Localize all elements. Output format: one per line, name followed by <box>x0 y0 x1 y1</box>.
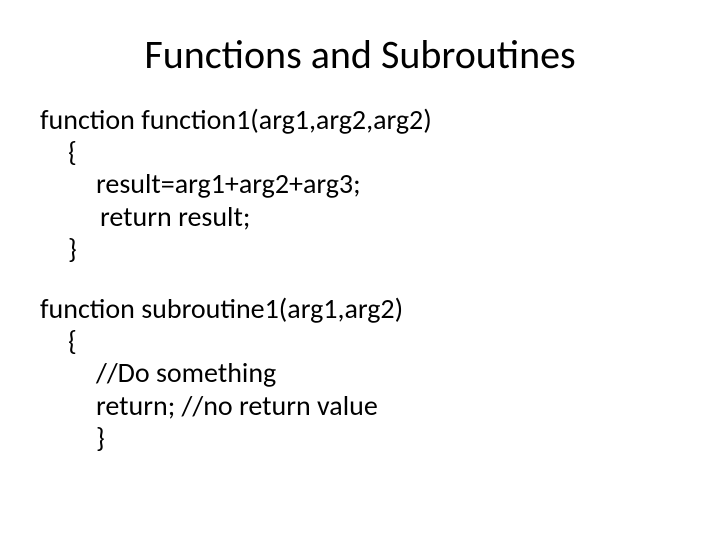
sub-signature: function subroutine1(arg1,arg2) <box>40 293 680 325</box>
sub-open-brace: { <box>68 325 680 357</box>
subroutine-block: function subroutine1(arg1,arg2) { //Do s… <box>40 293 680 454</box>
func-close-brace: } <box>68 233 680 265</box>
sub-close-brace: } <box>96 422 680 454</box>
func-body-line-1: result=arg1+arg2+arg3; <box>96 168 680 200</box>
sub-body-line-2: return; //no return value <box>96 390 680 422</box>
func-signature: function function1(arg1,arg2,arg2) <box>40 104 680 136</box>
slide: Functions and Subroutines function funct… <box>0 0 720 540</box>
sub-body-line-1: //Do something <box>96 357 680 389</box>
func-body-line-2: return result; <box>100 201 680 233</box>
function-block: function function1(arg1,arg2,arg2) { res… <box>40 104 680 265</box>
func-open-brace: { <box>68 136 680 168</box>
slide-title: Functions and Subroutines <box>40 30 680 79</box>
